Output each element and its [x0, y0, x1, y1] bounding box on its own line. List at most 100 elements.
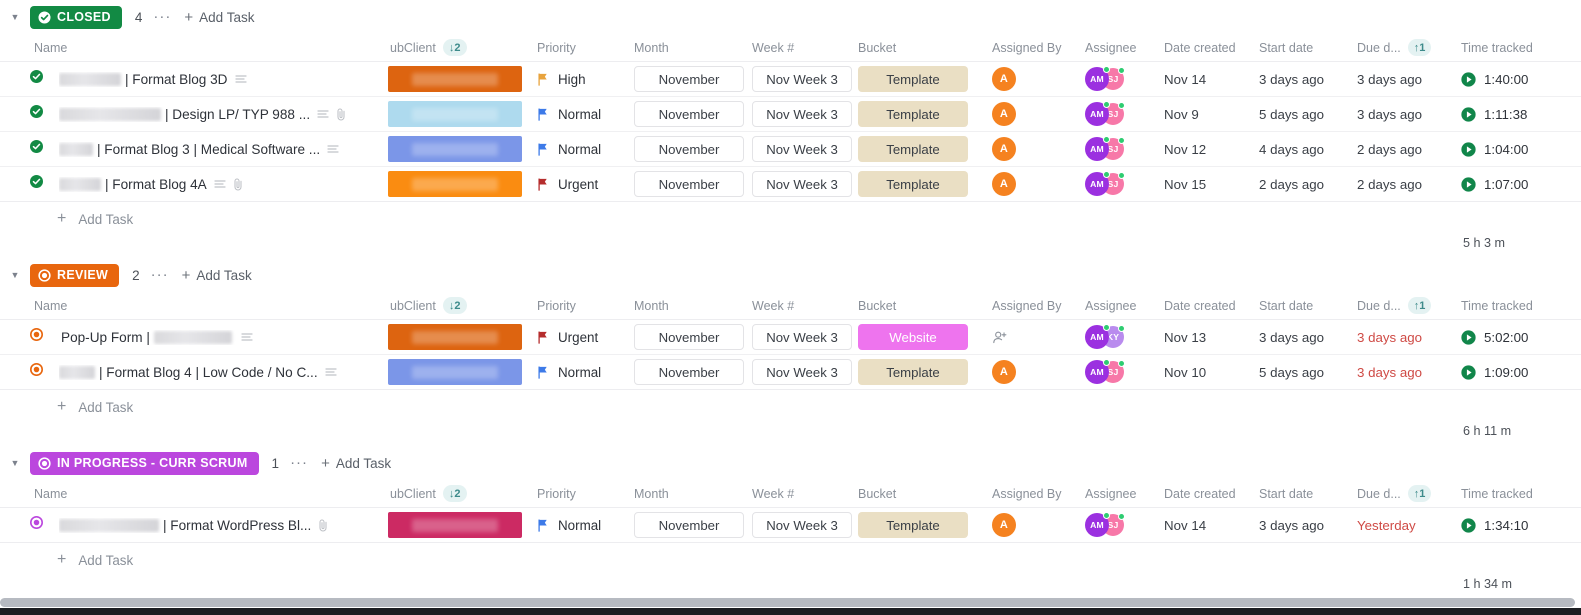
- attachment-icon[interactable]: [318, 518, 329, 532]
- column-header-priority[interactable]: Priority: [528, 480, 628, 507]
- assigned-by-avatar[interactable]: A: [992, 172, 1016, 196]
- start-date-cell[interactable]: 4 days ago: [1255, 132, 1353, 166]
- column-header-name[interactable]: Name: [0, 292, 380, 319]
- group-header[interactable]: ▼ CLOSED 4 ··· + Add Task: [0, 0, 1581, 34]
- task-status-icon[interactable]: [30, 105, 48, 123]
- assigned-by-avatar[interactable]: A: [992, 513, 1016, 537]
- subclient-sort-badge[interactable]: ↓2: [442, 297, 467, 314]
- week-cell[interactable]: Nov Week 3: [748, 508, 858, 542]
- add-task-row[interactable]: + Add Task: [0, 390, 1581, 424]
- assigned-by-cell[interactable]: A: [978, 355, 1077, 389]
- week-value[interactable]: Nov Week 3: [752, 512, 852, 538]
- group-menu-icon[interactable]: ···: [151, 267, 169, 282]
- assigned-by-avatar[interactable]: A: [992, 102, 1016, 126]
- play-icon[interactable]: [1461, 71, 1476, 87]
- month-value[interactable]: November: [634, 324, 744, 350]
- subclient-sort-badge[interactable]: ↓2: [442, 485, 467, 502]
- subclient-chip[interactable]: [388, 136, 522, 162]
- month-cell[interactable]: November: [628, 508, 748, 542]
- date-created-cell[interactable]: Nov 10: [1155, 355, 1255, 389]
- task-name-cell[interactable]: Pop-Up Form |: [0, 320, 380, 354]
- group-header[interactable]: ▼ IN PROGRESS - CURR SCRUM 1 ··· + Add Task: [0, 446, 1581, 480]
- priority-cell[interactable]: Normal: [528, 355, 628, 389]
- bucket-value[interactable]: Template: [858, 359, 968, 385]
- subclient-chip[interactable]: [388, 324, 522, 350]
- date-created-cell[interactable]: Nov 12: [1155, 132, 1255, 166]
- column-header-due-date[interactable]: Due d... ↑1: [1353, 480, 1455, 507]
- column-header-assigned-by[interactable]: Assigned By: [978, 292, 1077, 319]
- task-name-cell[interactable]: | Format Blog 4A: [0, 167, 380, 201]
- subclient-chip[interactable]: [388, 101, 522, 127]
- bucket-cell[interactable]: Template: [858, 167, 978, 201]
- week-cell[interactable]: Nov Week 3: [748, 355, 858, 389]
- status-badge[interactable]: IN PROGRESS - CURR SCRUM: [30, 451, 259, 475]
- column-header-assigned-by[interactable]: Assigned By: [978, 480, 1077, 507]
- description-icon[interactable]: [234, 74, 247, 84]
- assignee-avatar[interactable]: AM: [1085, 324, 1110, 349]
- bucket-value[interactable]: Template: [858, 136, 968, 162]
- priority-cell[interactable]: Normal: [528, 132, 628, 166]
- assigned-by-cell[interactable]: A: [978, 167, 1077, 201]
- task-name-cell[interactable]: | Format Blog 3 | Medical Software ...: [0, 132, 380, 166]
- description-icon[interactable]: [317, 109, 329, 119]
- month-value[interactable]: November: [634, 512, 744, 538]
- week-value[interactable]: Nov Week 3: [752, 171, 852, 197]
- task-status-icon[interactable]: [30, 516, 48, 534]
- collapse-caret-icon[interactable]: ▼: [6, 454, 24, 472]
- column-sort-badge[interactable]: ↑1: [1407, 39, 1432, 56]
- add-task-row[interactable]: + Add Task: [0, 202, 1581, 236]
- column-header-month[interactable]: Month: [628, 480, 748, 507]
- horizontal-scrollbar[interactable]: [0, 598, 1575, 607]
- task-name-cell[interactable]: | Design LP/ TYP 988 ...: [0, 97, 380, 131]
- due-date-cell[interactable]: 2 days ago: [1353, 167, 1455, 201]
- week-cell[interactable]: Nov Week 3: [748, 97, 858, 131]
- month-cell[interactable]: November: [628, 355, 748, 389]
- collapse-caret-icon[interactable]: ▼: [6, 266, 24, 284]
- play-icon[interactable]: [1461, 176, 1476, 192]
- time-tracked-cell[interactable]: 1:11:38: [1455, 97, 1575, 131]
- bucket-cell[interactable]: Template: [858, 355, 978, 389]
- group-menu-icon[interactable]: ···: [153, 9, 171, 24]
- assignee-avatar[interactable]: AM: [1085, 66, 1110, 91]
- attachment-icon[interactable]: [336, 107, 347, 121]
- bucket-value[interactable]: Template: [858, 512, 968, 538]
- assignee-cell[interactable]: AM SJ: [1077, 355, 1155, 389]
- assigned-by-avatar[interactable]: A: [992, 137, 1016, 161]
- bucket-cell[interactable]: Template: [858, 62, 978, 96]
- week-value[interactable]: Nov Week 3: [752, 359, 852, 385]
- column-header-time-tracked[interactable]: Time tracked: [1455, 480, 1575, 507]
- subclient-chip[interactable]: [388, 171, 522, 197]
- start-date-cell[interactable]: 2 days ago: [1255, 167, 1353, 201]
- subclient-cell[interactable]: [380, 508, 528, 542]
- date-created-cell[interactable]: Nov 15: [1155, 167, 1255, 201]
- month-cell[interactable]: November: [628, 320, 748, 354]
- priority-cell[interactable]: Urgent: [528, 320, 628, 354]
- column-sort-badge[interactable]: ↑1: [1407, 297, 1432, 314]
- column-header-week[interactable]: Week #: [748, 480, 858, 507]
- play-icon[interactable]: [1461, 517, 1476, 533]
- table-row[interactable]: | Design LP/ TYP 988 ... Normal November No…: [0, 97, 1581, 132]
- bucket-value[interactable]: Website: [858, 324, 968, 350]
- column-header-assigned-by[interactable]: Assigned By: [978, 34, 1077, 61]
- collapse-caret-icon[interactable]: ▼: [6, 8, 24, 26]
- play-icon[interactable]: [1461, 329, 1476, 345]
- assignee-avatar[interactable]: AM: [1085, 171, 1110, 196]
- week-cell[interactable]: Nov Week 3: [748, 320, 858, 354]
- subclient-chip[interactable]: [388, 359, 522, 385]
- table-row[interactable]: | Format WordPress Bl... Normal November No…: [0, 508, 1581, 543]
- assignee-cell[interactable]: AM SJ: [1077, 62, 1155, 96]
- assigned-by-avatar[interactable]: A: [992, 360, 1016, 384]
- description-icon[interactable]: [214, 179, 226, 189]
- subclient-sort-badge[interactable]: ↓2: [442, 39, 467, 56]
- assignee-cell[interactable]: AM KY: [1077, 320, 1155, 354]
- month-value[interactable]: November: [634, 101, 744, 127]
- due-date-cell[interactable]: 3 days ago: [1353, 320, 1455, 354]
- task-status-icon[interactable]: [30, 175, 48, 193]
- column-header-time-tracked[interactable]: Time tracked: [1455, 292, 1575, 319]
- task-name-cell[interactable]: | Format Blog 4 | Low Code / No C...: [0, 355, 380, 389]
- week-cell[interactable]: Nov Week 3: [748, 132, 858, 166]
- column-header-date-created[interactable]: Date created: [1155, 480, 1255, 507]
- task-status-icon[interactable]: [30, 328, 48, 346]
- column-header-date-created[interactable]: Date created: [1155, 34, 1255, 61]
- attachment-icon[interactable]: [233, 177, 244, 191]
